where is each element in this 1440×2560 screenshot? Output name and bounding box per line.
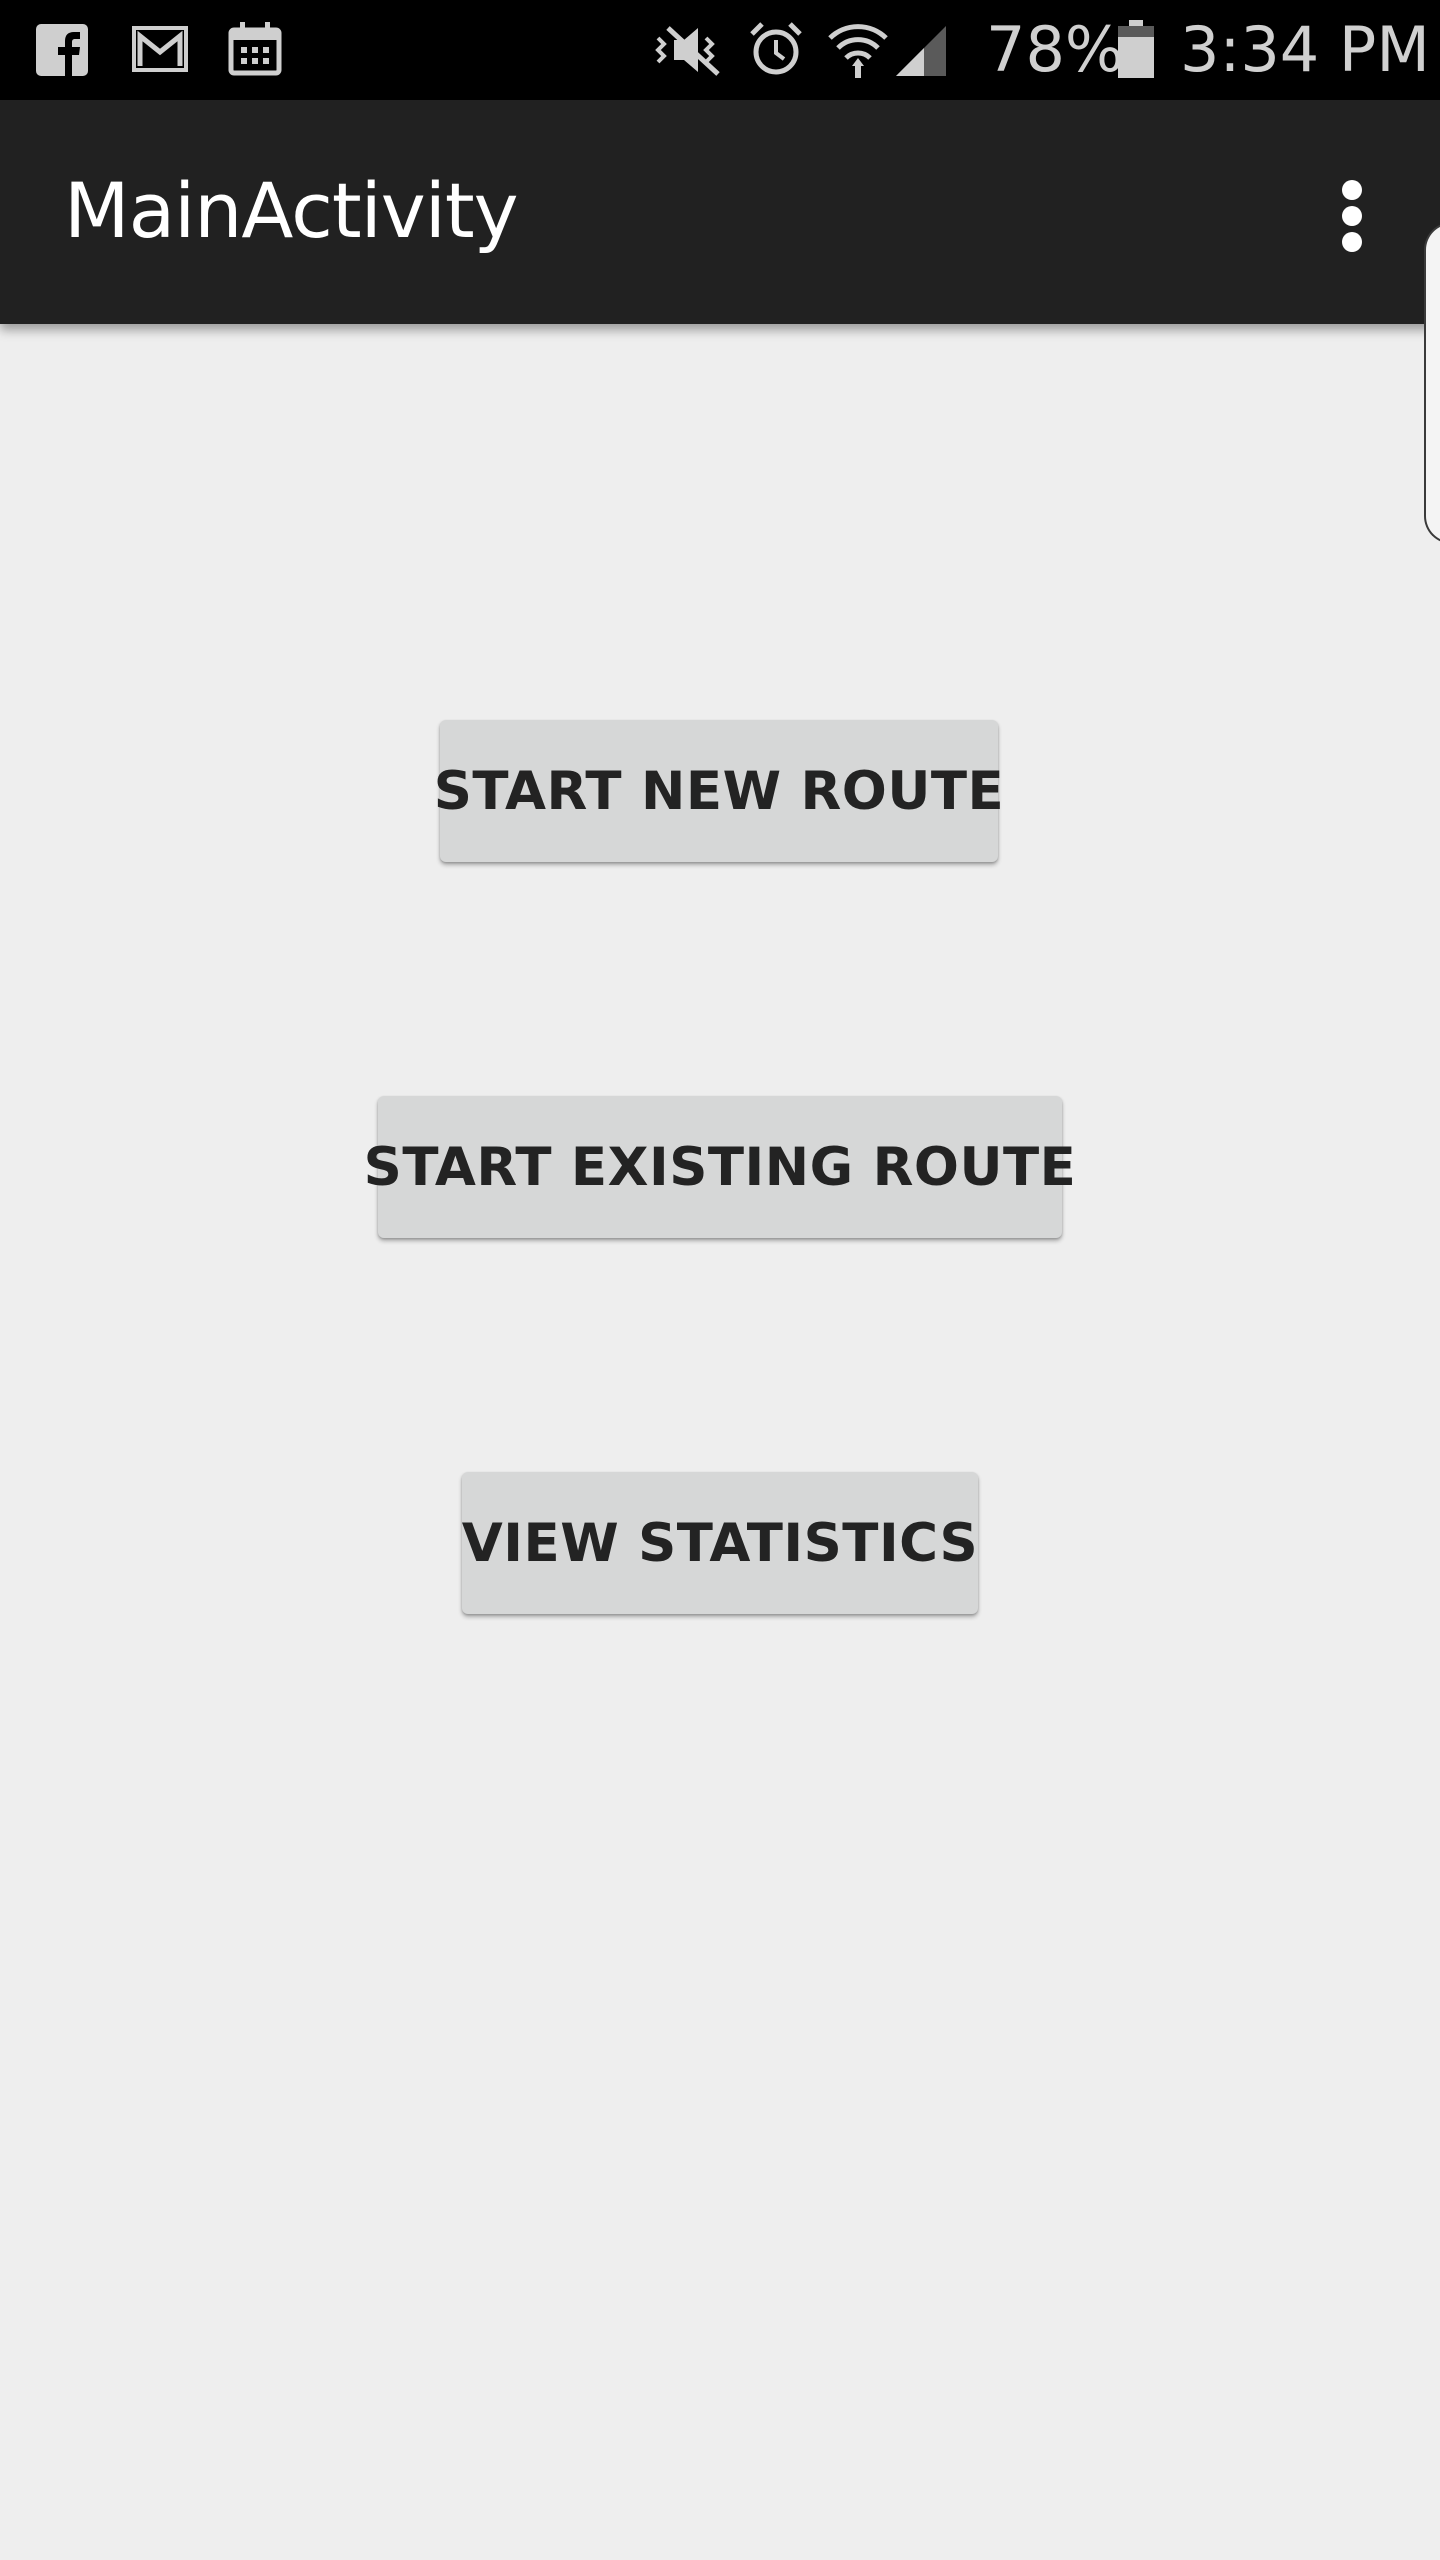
wifi-icon (828, 24, 888, 78)
start-new-route-button[interactable]: START NEW ROUTE (434, 720, 1004, 862)
status-time: 3:34 PM (1180, 13, 1430, 86)
main-content: START NEW ROUTE START EXISTING ROUTE VIE… (0, 324, 1440, 2560)
battery-percent: 78% (986, 13, 1124, 86)
alarm-icon (750, 22, 802, 75)
more-vert-icon[interactable] (1320, 164, 1384, 264)
start-existing-route-button[interactable]: START EXISTING ROUTE (364, 1096, 1076, 1238)
app-bar: MainActivity (0, 100, 1440, 324)
page-title: MainActivity (64, 166, 519, 255)
battery-icon (1118, 20, 1154, 78)
view-statistics-button[interactable]: VIEW STATISTICS (462, 1472, 978, 1614)
calendar-icon (228, 22, 282, 76)
gmail-icon (132, 26, 188, 72)
edge-panel-handle[interactable] (1424, 222, 1440, 544)
vibrate-mute-icon (655, 26, 720, 76)
cell-signal-icon (896, 26, 946, 76)
status-bar: 78% 3:34 PM (0, 0, 1440, 100)
facebook-icon (36, 24, 88, 76)
